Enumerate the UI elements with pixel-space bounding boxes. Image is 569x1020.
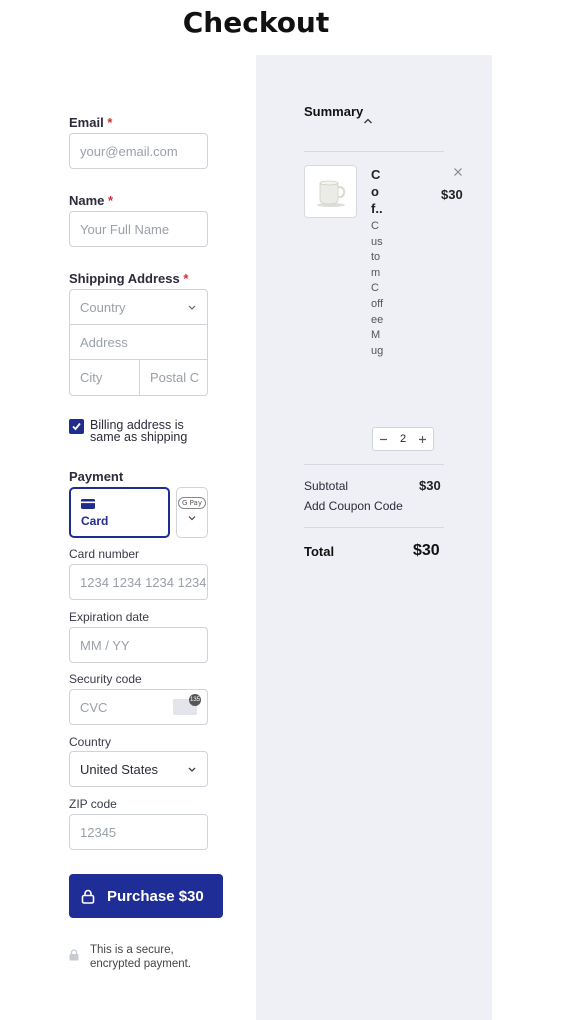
country-select[interactable]: Country bbox=[70, 290, 207, 325]
chevron-down-icon bbox=[187, 302, 197, 312]
expiration-date-label: Expiration date bbox=[69, 610, 150, 624]
email-label-text: Email bbox=[69, 115, 104, 130]
summary-divider bbox=[304, 527, 444, 528]
card-number-field[interactable]: 1234 1234 1234 1234 bbox=[69, 564, 208, 600]
minus-icon[interactable] bbox=[379, 432, 388, 447]
summary-divider bbox=[304, 151, 444, 152]
card-number-label: Card number bbox=[69, 547, 140, 561]
zip-code-field[interactable]: 12345 bbox=[69, 814, 208, 850]
name-label: Name * bbox=[69, 193, 113, 208]
product-name: Cof.. bbox=[371, 167, 383, 216]
required-marker: * bbox=[107, 115, 113, 130]
subtotal-label: Subtotal bbox=[304, 479, 349, 493]
purchase-button[interactable]: Purchase $30 bbox=[69, 874, 223, 918]
summary-divider bbox=[304, 464, 444, 465]
quantity-value[interactable]: 2 bbox=[400, 433, 406, 445]
plus-icon[interactable] bbox=[418, 432, 427, 447]
expiration-date-field[interactable]: MM / YY bbox=[69, 627, 208, 663]
shipping-address-label: Shipping Address * bbox=[69, 271, 188, 286]
product-price: $30 bbox=[441, 187, 463, 202]
address-field[interactable]: Address bbox=[70, 325, 207, 360]
subtotal-value: $30 bbox=[419, 478, 441, 493]
security-code-label: Security code bbox=[69, 672, 142, 686]
email-field[interactable]: your@email.com bbox=[69, 133, 208, 169]
total-value: $30 bbox=[413, 542, 440, 559]
postal-code-field[interactable]: Postal C bbox=[140, 360, 207, 395]
country-select-placeholder: Country bbox=[80, 299, 126, 315]
required-marker: * bbox=[108, 193, 114, 208]
payment-country-value: United States bbox=[80, 761, 159, 777]
shipping-label-text: Shipping Address bbox=[69, 271, 180, 286]
security-code-field[interactable]: CVC 135 bbox=[69, 689, 208, 725]
chevron-up-icon[interactable] bbox=[362, 114, 374, 126]
purchase-button-label: Purchase $30 bbox=[107, 887, 204, 905]
total-label: Total bbox=[304, 544, 335, 559]
credit-card-icon bbox=[81, 499, 95, 509]
payment-method-card-label: Card bbox=[81, 514, 109, 528]
zip-code-label: ZIP code bbox=[69, 797, 117, 811]
secure-note-text: This is a secure, encrypted payment. bbox=[90, 944, 192, 970]
quantity-stepper: 2 bbox=[372, 427, 434, 451]
chevron-down-icon bbox=[187, 764, 197, 774]
name-field[interactable]: Your Full Name bbox=[69, 211, 208, 247]
product-image bbox=[304, 165, 357, 218]
billing-same-checkbox[interactable] bbox=[69, 419, 84, 434]
page-title: Checkout bbox=[182, 6, 330, 39]
add-coupon-link[interactable]: Add Coupon Code bbox=[304, 499, 403, 513]
payment-method-card-tab[interactable]: Card bbox=[69, 487, 170, 538]
chevron-down-icon bbox=[188, 516, 196, 521]
payment-country-select[interactable]: United States bbox=[69, 751, 208, 787]
google-pay-icon: G Pay bbox=[178, 497, 206, 509]
lock-icon bbox=[69, 943, 80, 971]
product-description: Custom Coffee Mug bbox=[371, 220, 384, 357]
coffee-mug-icon bbox=[316, 180, 345, 207]
check-icon bbox=[72, 422, 81, 431]
secure-payment-note: This is a secure, encrypted payment. bbox=[69, 943, 205, 971]
cvc-card-icon: 135 bbox=[173, 694, 201, 715]
city-postal-row: City Postal C bbox=[70, 360, 207, 395]
summary-title: Summary bbox=[304, 104, 364, 119]
payment-method-more-button[interactable]: G Pay bbox=[176, 487, 208, 538]
name-label-text: Name bbox=[69, 193, 105, 208]
billing-same-label: Billing address is same as shipping bbox=[90, 418, 188, 444]
shipping-address-group: Country Address City Postal C bbox=[69, 289, 208, 396]
email-label: Email * bbox=[69, 115, 112, 130]
cvc-badge: 135 bbox=[189, 694, 201, 706]
city-field[interactable]: City bbox=[70, 360, 140, 395]
country-label: Country bbox=[69, 735, 112, 749]
required-marker: * bbox=[183, 271, 189, 286]
remove-item-icon[interactable] bbox=[453, 164, 463, 180]
lock-icon bbox=[81, 889, 95, 904]
payment-label: Payment bbox=[69, 469, 124, 484]
security-code-placeholder: CVC bbox=[80, 699, 108, 715]
